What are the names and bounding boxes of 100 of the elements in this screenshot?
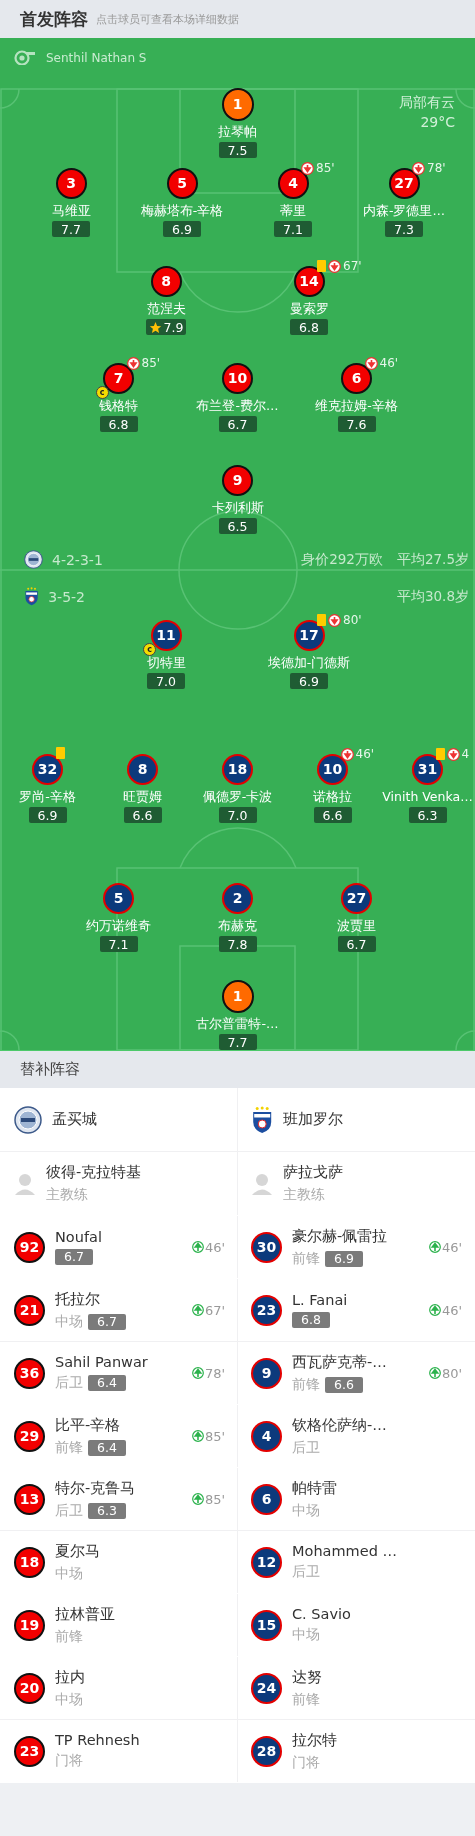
player-position: 中场	[292, 1501, 320, 1520]
player-name[interactable]: 内森-罗德里…	[363, 202, 445, 220]
player-number-badge[interactable]: 7	[103, 362, 134, 394]
player-number-badge[interactable]: 31	[412, 753, 443, 785]
player-name[interactable]: 托拉尔	[55, 1289, 182, 1309]
player-number-badge[interactable]: 21	[14, 1294, 45, 1326]
player-number-badge[interactable]: 18	[14, 1546, 45, 1578]
player-number-badge[interactable]: 6	[341, 362, 372, 394]
player-number-badge[interactable]: 15	[251, 1609, 282, 1641]
rating-badge: 6.8	[292, 1312, 330, 1328]
team-value-text: 身价292万欧	[301, 550, 383, 569]
player-number-badge[interactable]: 24	[251, 1672, 282, 1704]
player-name[interactable]: 蒂里	[280, 202, 306, 220]
player-number-badge[interactable]: 23	[251, 1294, 282, 1326]
player-number-badge[interactable]: 4	[251, 1420, 282, 1452]
sub-off-icon	[301, 161, 314, 175]
player-name[interactable]: 西瓦萨克蒂-…	[292, 1352, 419, 1372]
player-name[interactable]: 曼索罗	[289, 300, 329, 318]
player-number-badge[interactable]: 27	[341, 882, 372, 914]
player-number-badge[interactable]: 9	[251, 1357, 282, 1389]
player-name[interactable]: 旺贾姆	[123, 788, 162, 806]
player-number-badge[interactable]: 28	[251, 1735, 282, 1767]
player-number-badge[interactable]: 12	[251, 1546, 282, 1578]
player-name[interactable]: 布兰登-费尔…	[196, 397, 279, 415]
player-name[interactable]: 钦格伦萨纳-…	[292, 1415, 462, 1435]
player-name[interactable]: 钱格特	[99, 397, 138, 415]
player-name[interactable]: 拉林普亚	[55, 1604, 225, 1624]
player-number-badge[interactable]: 2	[222, 882, 253, 914]
player-name[interactable]: Sahil Panwar	[55, 1354, 182, 1370]
sub-minute: 80'	[343, 613, 362, 627]
player-number-badge[interactable]: 29	[14, 1420, 45, 1452]
player-name[interactable]: 波贾里	[337, 917, 376, 935]
player-number-badge[interactable]: 8	[150, 265, 182, 297]
sub-minute: 46'	[441, 1302, 462, 1318]
player-number-badge[interactable]: 5	[103, 882, 134, 914]
player-number-badge[interactable]: 10	[317, 753, 348, 785]
player-number-badge[interactable]: 5	[166, 167, 198, 199]
sub-minute: 67'	[204, 1302, 225, 1318]
player-number-badge[interactable]: 9	[222, 464, 253, 496]
player-number-badge[interactable]: 8	[127, 753, 158, 785]
rating-value: 6.7	[346, 936, 367, 952]
rating-value: 6.5	[227, 518, 248, 534]
player-number-badge[interactable]: 17	[293, 619, 325, 651]
player-name[interactable]: Mohammed …	[292, 1543, 462, 1559]
player-number-badge[interactable]: 23	[14, 1735, 45, 1767]
player-name[interactable]: 古尔普雷特-…	[196, 1015, 279, 1033]
player-number-badge[interactable]: 20	[14, 1672, 45, 1704]
coach-role: 主教练	[283, 1186, 326, 1204]
player-position: 门将	[292, 1753, 320, 1772]
player-position: 前锋	[292, 1375, 320, 1394]
player-name[interactable]: 诺格拉	[313, 788, 352, 806]
player-number-badge[interactable]: 1	[221, 87, 254, 121]
player-number-badge[interactable]: 18	[222, 753, 253, 785]
player-number-badge[interactable]: 92	[14, 1231, 45, 1263]
player-name[interactable]: 切特里	[146, 654, 186, 672]
player-name[interactable]: 布赫克	[218, 917, 257, 935]
player-number-badge[interactable]: 10	[222, 362, 253, 394]
player-name[interactable]: 罗尚-辛格	[19, 788, 76, 806]
player-position: 中场	[55, 1312, 83, 1331]
player-name[interactable]: 帕特雷	[292, 1478, 462, 1498]
player-number-badge[interactable]: 30	[251, 1231, 282, 1263]
player-name[interactable]: 拉内	[55, 1667, 225, 1687]
player-name[interactable]: 埃德加-门德斯	[267, 654, 351, 672]
player-name[interactable]: Noufal	[55, 1229, 182, 1245]
player-name[interactable]: 梅赫塔布-辛格	[140, 202, 224, 220]
team-name: 孟买城	[52, 1110, 97, 1129]
player-name[interactable]: 约万诺维奇	[86, 917, 151, 935]
player-name[interactable]: 拉尔特	[292, 1730, 462, 1750]
player-name[interactable]: Vinith Venka…	[382, 788, 473, 806]
player-number-badge[interactable]: 14	[293, 265, 325, 297]
player-name[interactable]: 豪尔赫-佩雷拉	[292, 1226, 419, 1246]
rating-value: 7.8	[227, 936, 248, 952]
rating-value: 6.3	[417, 807, 438, 823]
section-hint: 点击球员可查看本场详细数据	[96, 11, 239, 27]
player-name[interactable]: 范涅夫	[146, 300, 186, 318]
player-name[interactable]: 特尔-克鲁马	[55, 1478, 182, 1498]
player-number-badge[interactable]: 4	[277, 167, 309, 199]
player-name[interactable]: TP Rehnesh	[55, 1732, 225, 1748]
player-name[interactable]: 拉琴帕	[218, 123, 257, 141]
sub-off-icon	[328, 259, 341, 273]
round-crest-icon	[24, 550, 43, 569]
player-name[interactable]: 达努	[292, 1667, 462, 1687]
player-name[interactable]: L. Fanai	[292, 1292, 419, 1308]
player-number-badge[interactable]: 19	[14, 1609, 45, 1641]
player-name[interactable]: 维克拉姆-辛格	[315, 397, 398, 415]
player-name[interactable]: 比平-辛格	[55, 1415, 182, 1435]
player-name[interactable]: 马维亚	[51, 202, 91, 220]
player-name[interactable]: 夏尔马	[55, 1541, 225, 1561]
sub-in-icon	[191, 1304, 204, 1316]
player-name[interactable]: 佩德罗-卡波	[202, 788, 273, 806]
player-number-badge[interactable]: 32	[32, 753, 63, 785]
player-number-badge[interactable]: 3	[55, 167, 87, 199]
player-number-badge[interactable]: 6	[251, 1483, 282, 1515]
weather-text: 局部有云	[399, 94, 455, 112]
player-number-badge[interactable]: 36	[14, 1357, 45, 1389]
player-name[interactable]: C. Savio	[292, 1606, 462, 1622]
player-number-badge[interactable]: 27	[388, 167, 420, 199]
player-number-badge[interactable]: 1	[221, 979, 254, 1013]
player-number-badge[interactable]: 13	[14, 1483, 45, 1515]
player-name[interactable]: 卡列利斯	[211, 499, 264, 517]
